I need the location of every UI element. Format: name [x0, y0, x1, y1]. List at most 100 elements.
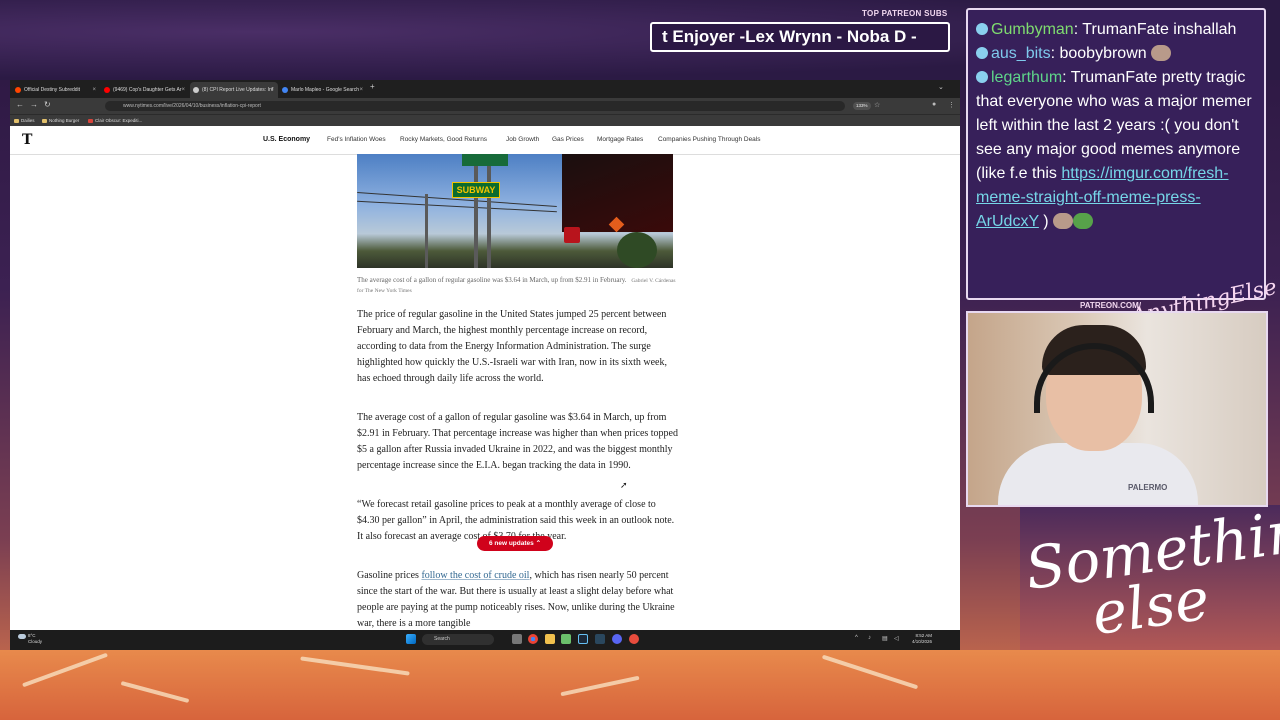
chat-text: )	[1038, 213, 1049, 230]
nav-link[interactable]: Fed's Inflation Woes	[327, 136, 386, 143]
nav-link[interactable]: Mortgage Rates	[597, 136, 643, 143]
article-paragraph: The average cost of a gallon of regular …	[357, 412, 678, 471]
chat-message: aus_bits: boobybrown	[976, 42, 1256, 66]
tab-label: Marlo Mapleo - Google Search	[291, 87, 360, 93]
back-icon[interactable]: ←	[16, 100, 24, 109]
app-icon[interactable]	[595, 634, 605, 644]
face-emote-icon	[1151, 45, 1172, 61]
tab-label: (9469) Cop's Daughter Gets Ar	[113, 87, 182, 93]
photo-caption: The average cost of a gallon of regular …	[357, 276, 677, 296]
reload-icon[interactable]: ↻	[44, 100, 51, 109]
mouse-cursor-icon: ➚	[620, 480, 628, 490]
google-icon	[282, 87, 288, 93]
network-icon[interactable]: ▤	[882, 635, 888, 642]
chat-text: : TrumanFate inshallah	[1073, 21, 1237, 38]
chat-username: Gumbyman	[991, 21, 1074, 38]
weather-desc: Cloudy	[28, 639, 43, 644]
new-updates-button[interactable]: 6 new updates ⌃	[477, 536, 553, 551]
tab-cpi-report[interactable]: (8) CPI Report Live Updates: Inf ×	[190, 82, 278, 98]
tray-chevron-icon[interactable]: ^	[855, 635, 858, 641]
store-sign	[462, 154, 508, 166]
tab-google-search[interactable]: Marlo Mapleo - Google Search ×	[279, 82, 367, 98]
sign-pole	[474, 164, 478, 268]
windows-start-icon[interactable]	[406, 634, 416, 644]
chat-username: aus_bits	[991, 45, 1051, 62]
bookmark-dailies[interactable]: Dailies	[14, 116, 35, 126]
close-icon[interactable]: ×	[359, 82, 363, 98]
menu-icon[interactable]: ⋮	[948, 101, 955, 109]
chat-badge-icon	[976, 71, 988, 83]
nav-link[interactable]: Job Growth	[506, 136, 539, 143]
clock-date: 4/10/2026	[912, 639, 933, 644]
nyt-navigation: T U.S. Economy Fed's Inflation Woes Rock…	[10, 126, 960, 155]
taskbar-search[interactable]: Search	[422, 634, 494, 645]
chat-username: legarthum	[991, 69, 1063, 86]
article-photo: SUBWAY	[357, 154, 673, 268]
chat-message: Gumbyman: TrumanFate inshallah	[976, 18, 1256, 42]
web-page: T U.S. Economy Fed's Inflation Woes Rock…	[10, 126, 960, 630]
subway-sign: SUBWAY	[452, 182, 500, 198]
chat-overlay: Gumbyman: TrumanFate inshallah aus_bits:…	[966, 8, 1266, 300]
taskbar-clock[interactable]: 8:52 AM 4/10/2026	[912, 633, 932, 645]
cloud-icon	[18, 634, 26, 639]
caption-text: The average cost of a gallon of regular …	[357, 276, 627, 284]
nav-link[interactable]: Gas Prices	[552, 136, 584, 143]
browser-window: Official Destiny Subreddit × (9469) Cop'…	[10, 80, 960, 650]
chevron-down-icon[interactable]: ⌄	[938, 83, 944, 91]
app-icon[interactable]	[629, 634, 639, 644]
chat-badge-icon	[976, 47, 988, 59]
tab-bar: Official Destiny Subreddit × (9469) Cop'…	[10, 80, 960, 98]
jack-in-the-box-sign	[564, 227, 580, 243]
close-icon[interactable]: ×	[92, 82, 96, 98]
nav-link[interactable]: Rocky Markets, Good Returns	[400, 136, 487, 143]
bookmark-nothing-burger[interactable]: Nothing Burger	[42, 116, 79, 126]
reddit-icon	[15, 87, 21, 93]
profile-icon[interactable]: ●	[932, 101, 936, 108]
weather-widget[interactable]: 8°C Cloudy	[18, 633, 42, 645]
crude-oil-link[interactable]: follow the cost of crude oil	[421, 570, 529, 581]
close-icon[interactable]: ×	[181, 82, 185, 98]
forward-icon[interactable]: →	[30, 100, 38, 109]
paragraph-text: Gasoline prices	[357, 570, 422, 581]
tree	[617, 232, 657, 268]
steam-icon[interactable]	[578, 634, 588, 644]
chat-badge-icon	[976, 23, 988, 35]
chrome-icon[interactable]	[528, 634, 538, 644]
stream-background-bottom	[0, 650, 1280, 720]
close-icon[interactable]: ×	[270, 82, 274, 98]
power-line	[357, 200, 557, 213]
article-paragraph: The price of regular gasoline in the Uni…	[357, 309, 667, 384]
address-bar-row: ← → ↻ www.nytimes.com/live/2026/04/10/bu…	[10, 98, 960, 114]
url-field[interactable]: www.nytimes.com/live/2026/04/10/business…	[105, 101, 845, 111]
chat-message: legarthum: TrumanFate pretty tragic that…	[976, 66, 1256, 234]
discord-icon[interactable]	[612, 634, 622, 644]
file-explorer-icon[interactable]	[545, 634, 555, 644]
webcam-feed: PALERMO	[966, 311, 1268, 507]
chat-text: : boobybrown	[1050, 45, 1147, 62]
nav-link[interactable]: Companies Pushing Through Deals	[658, 136, 761, 143]
nyt-logo[interactable]: T	[22, 132, 32, 148]
updates-label: 6 new updates	[488, 540, 534, 547]
pepe-emote-icon	[1073, 213, 1094, 229]
task-view-icon[interactable]	[512, 634, 522, 644]
microphone-icon[interactable]: ♪	[868, 635, 871, 641]
nyt-icon	[193, 87, 199, 93]
volume-icon[interactable]: ◁	[894, 635, 899, 642]
app-icon[interactable]	[561, 634, 571, 644]
chevron-up-icon: ⌃	[535, 540, 542, 547]
sign-pole	[487, 164, 491, 268]
nav-us-economy[interactable]: U.S. Economy	[263, 136, 310, 143]
zoom-indicator[interactable]: 133%	[853, 102, 871, 110]
bookmark-star-icon[interactable]: ☆	[874, 101, 880, 109]
bookmark-clair-obscur[interactable]: Clair Obscur: Expediti...	[88, 116, 142, 126]
windows-taskbar: 8°C Cloudy Search ^ ♪ ▤ ◁ 8:52 AM 4/10/2…	[10, 630, 960, 650]
utility-pole	[425, 194, 428, 268]
patreon-subs-ticker: t Enjoyer -Lex Wrynn - Noba D -	[650, 22, 950, 52]
new-tab-button[interactable]: +	[370, 82, 375, 91]
article-paragraph: Gasoline prices follow the cost of crude…	[357, 568, 679, 630]
tab-destiny-subreddit[interactable]: Official Destiny Subreddit ×	[12, 82, 100, 98]
shirt-text: PALERMO	[1128, 483, 1168, 492]
webcam-shirt	[998, 443, 1198, 505]
tab-youtube-video[interactable]: (9469) Cop's Daughter Gets Ar ×	[101, 82, 189, 98]
tab-label: (8) CPI Report Live Updates: Inf	[202, 87, 274, 93]
